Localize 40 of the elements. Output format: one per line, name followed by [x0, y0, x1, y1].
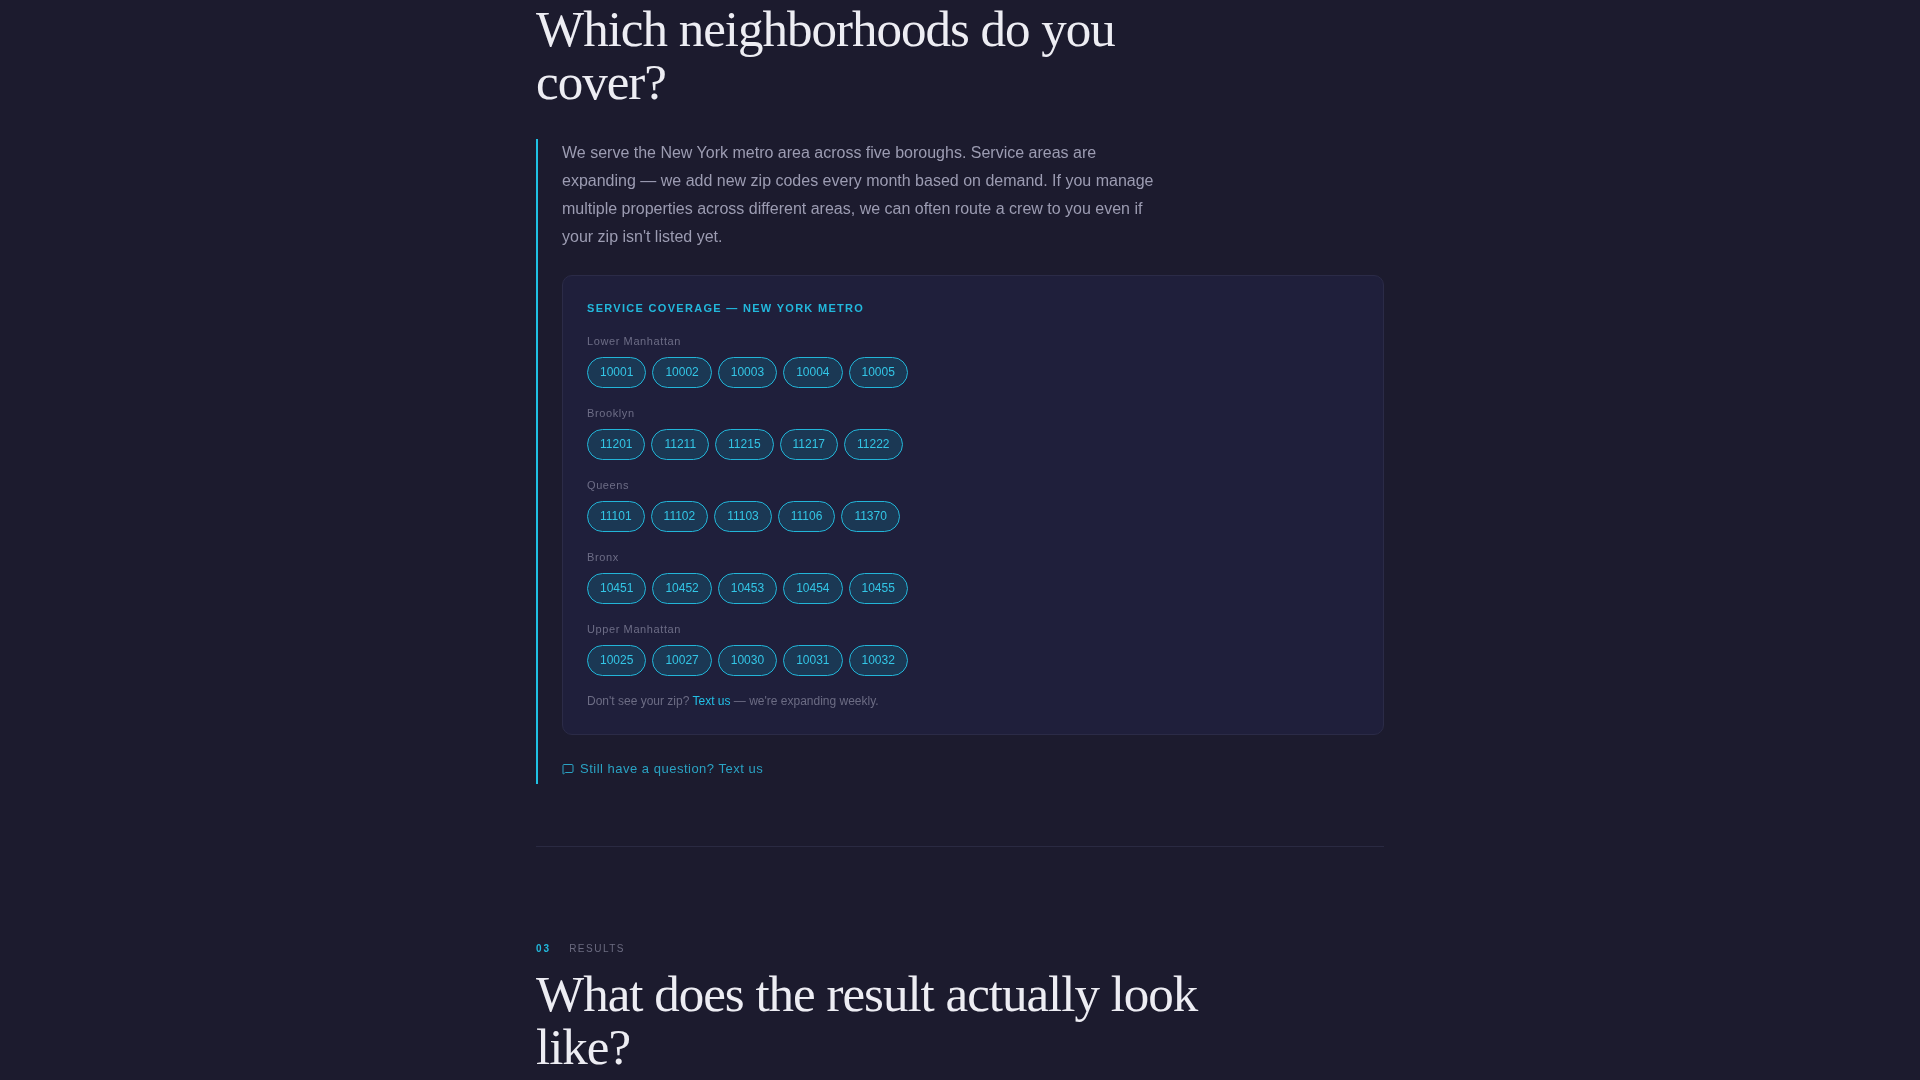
area-label: Queens — [587, 478, 631, 492]
zip-code-tag: 10004 — [783, 357, 843, 388]
coverage-note: Don't see your zip? Text us — we're expanding weekly. — [587, 693, 880, 709]
zip-code-tag: 10001 — [587, 357, 647, 388]
coverage-title: SERVICE COVERAGE — NEW YORK METRO — [587, 301, 866, 316]
zip-code-tag: 10032 — [848, 645, 908, 676]
section-number: 03 — [536, 942, 552, 956]
zip-code-tag: 11102 — [650, 501, 709, 532]
zip-code-tag: 10454 — [783, 573, 843, 604]
zip-code-tag: 10025 — [587, 645, 647, 676]
area-label: Bronx — [587, 550, 620, 564]
area-label: Brooklyn — [587, 406, 636, 420]
zip-code-tag: 10031 — [783, 645, 843, 676]
zip-code-tag: 11215 — [715, 429, 774, 460]
zip-code-tag: 10452 — [652, 573, 712, 604]
answer-text: We serve the New York metro area across five boroughs. Service areas are expanding — we add new zip codes every month based on demand. If you manage multiple properties across different areas, we can often route a crew to you even if your zip isn't listed yet. — [562, 143, 1155, 247]
section-heading: What does the result actually look like? — [536, 968, 1199, 1074]
zip-code-tag: 10027 — [652, 645, 712, 676]
zip-code-tag: 11101 — [587, 501, 645, 532]
zip-code-tag: 11211 — [651, 429, 710, 460]
section-heading: Which neighborhoods do you cover? — [536, 3, 1116, 109]
question-link[interactable]: Still have a question? Text us — [562, 760, 764, 778]
area-label: Upper Manhattan — [587, 622, 682, 636]
zip-code-tag: 11222 — [844, 429, 903, 460]
zip-code-tag: 10005 — [848, 357, 908, 388]
speech-bubble-icon — [562, 763, 574, 775]
zip-code-tag: 10455 — [848, 573, 908, 604]
section-label: RESULTS — [569, 942, 625, 956]
zip-code-tag: 10003 — [717, 357, 778, 388]
zip-code-tag: 10453 — [717, 573, 778, 604]
zip-code-tag: 11103 — [714, 501, 772, 532]
zip-code-tag: 11217 — [779, 429, 839, 460]
zip-code-tag: 11370 — [841, 501, 900, 532]
zip-code-tag: 11106 — [777, 501, 836, 532]
zip-code-tag: 11201 — [587, 429, 646, 460]
zip-code-tag: 10030 — [717, 645, 778, 676]
text-us-link[interactable]: Text us — [692, 694, 731, 708]
zip-code-tag: 10451 — [587, 573, 647, 604]
area-label: Lower Manhattan — [587, 334, 682, 348]
zip-code-tag: 10002 — [652, 357, 712, 388]
